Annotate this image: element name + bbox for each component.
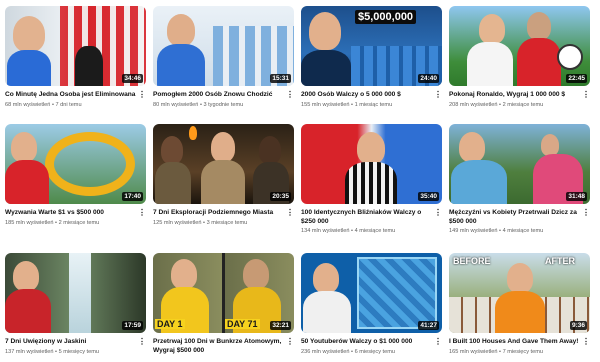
video-card[interactable]: 41:27 50 Youtuberów Walczy o $1 000 000 … bbox=[301, 253, 442, 356]
video-title[interactable]: 7 Dni Uwięziony w Jaskini bbox=[5, 338, 136, 347]
video-thumbnail[interactable]: 35:40 bbox=[301, 124, 442, 204]
video-grid: 34:46 Co Minutę Jedna Osoba jest Elimino… bbox=[0, 0, 600, 362]
video-duration: 9:36 bbox=[569, 321, 587, 330]
more-vertical-icon[interactable]: ⋮ bbox=[582, 91, 590, 101]
video-duration: 41:27 bbox=[418, 321, 439, 330]
video-thumbnail[interactable]: 41:27 bbox=[301, 253, 442, 333]
video-card[interactable]: DAY 1 DAY 71 32:21 Przetrwaj 100 Dni w B… bbox=[153, 253, 294, 356]
video-thumbnail[interactable]: BEFORE AFTER 9:36 bbox=[449, 253, 590, 333]
more-vertical-icon[interactable]: ⋮ bbox=[138, 91, 146, 101]
video-title[interactable]: Przetrwaj 100 Dni w Bunkrze Atomowym, Wy… bbox=[153, 338, 284, 355]
video-duration: 17:59 bbox=[122, 321, 143, 330]
more-vertical-icon[interactable]: ⋮ bbox=[286, 338, 294, 348]
thumbnail-overlay-text: DAY 71 bbox=[225, 319, 260, 329]
video-title[interactable]: 50 Youtuberów Walczy o $1 000 000 bbox=[301, 338, 432, 347]
video-meta: 165 mln wyświetleń • 7 miesięcy temu bbox=[449, 348, 543, 355]
video-meta: 68 mln wyświetleń • 7 dni temu bbox=[5, 101, 82, 108]
video-title[interactable]: 7 Dni Eksploracji Podziemnego Miasta bbox=[153, 209, 284, 218]
more-vertical-icon[interactable]: ⋮ bbox=[286, 209, 294, 219]
thumbnail-overlay-text: DAY 1 bbox=[155, 319, 185, 329]
video-card[interactable]: 35:40 100 Identycznych Bliźniaków Walczy… bbox=[301, 124, 442, 235]
video-title[interactable]: Mężczyźni vs Kobiety Przetrwali Dzicz za… bbox=[449, 209, 580, 226]
video-thumbnail[interactable]: $5,000,000 24:40 bbox=[301, 6, 442, 86]
video-card[interactable]: 15:31 Pomogłem 2000 Osób Znowu Chodzić 8… bbox=[153, 6, 294, 109]
more-vertical-icon[interactable]: ⋮ bbox=[138, 338, 146, 348]
video-meta: 208 mln wyświetleń • 2 miesiące temu bbox=[449, 101, 544, 108]
video-meta: 149 mln wyświetleń • 4 miesiące temu bbox=[449, 228, 544, 234]
video-thumbnail[interactable]: 34:46 bbox=[5, 6, 146, 86]
more-vertical-icon[interactable]: ⋮ bbox=[286, 91, 294, 101]
video-meta: 155 mln wyświetleń • 1 miesiąc temu bbox=[301, 101, 393, 108]
video-thumbnail[interactable]: 15:31 bbox=[153, 6, 294, 86]
video-title[interactable]: Pokonaj Ronaldo, Wygraj 1 000 000 $ bbox=[449, 91, 580, 100]
video-card[interactable]: BEFORE AFTER 9:36 I Built 100 Houses And… bbox=[449, 253, 590, 356]
more-vertical-icon[interactable]: ⋮ bbox=[138, 209, 146, 219]
video-title[interactable]: Co Minutę Jedna Osoba jest Eliminowana bbox=[5, 91, 136, 100]
video-duration: 22:45 bbox=[566, 74, 587, 83]
video-card[interactable]: $5,000,000 24:40 2000 Osób Walczy o 5 00… bbox=[301, 6, 442, 109]
more-vertical-icon[interactable]: ⋮ bbox=[434, 91, 442, 101]
video-title[interactable]: Wyzwania Warte $1 vs $500 000 bbox=[5, 209, 136, 218]
video-thumbnail[interactable]: 17:40 bbox=[5, 124, 146, 204]
video-title[interactable]: I Built 100 Houses And Gave Them Away! bbox=[449, 338, 580, 347]
thumbnail-overlay-text: AFTER bbox=[545, 256, 575, 266]
video-title[interactable]: 2000 Osób Walczy o 5 000 000 $ bbox=[301, 91, 432, 100]
video-card[interactable]: 34:46 Co Minutę Jedna Osoba jest Elimino… bbox=[5, 6, 146, 109]
more-vertical-icon[interactable]: ⋮ bbox=[434, 338, 442, 348]
video-title[interactable]: Pomogłem 2000 Osób Znowu Chodzić bbox=[153, 91, 284, 100]
video-duration: 20:35 bbox=[270, 192, 291, 201]
video-card[interactable]: 17:59 7 Dni Uwięziony w Jaskini 137 mln … bbox=[5, 253, 146, 356]
video-card[interactable]: 17:40 Wyzwania Warte $1 vs $500 000 185 … bbox=[5, 124, 146, 227]
more-vertical-icon[interactable]: ⋮ bbox=[582, 209, 590, 219]
video-duration: 34:46 bbox=[122, 74, 143, 83]
video-duration: 24:40 bbox=[418, 74, 439, 83]
video-thumbnail[interactable]: 31:48 bbox=[449, 124, 590, 204]
video-thumbnail[interactable]: 17:59 bbox=[5, 253, 146, 333]
video-meta: 80 mln wyświetleń • 3 tygodnie temu bbox=[153, 101, 244, 108]
video-meta: 137 mln wyświetleń • 5 miesięcy temu bbox=[5, 348, 99, 355]
video-meta: 185 mln wyświetleń • 2 miesiące temu bbox=[5, 219, 100, 226]
more-vertical-icon[interactable]: ⋮ bbox=[434, 209, 442, 219]
video-title[interactable]: 100 Identycznych Bliźniaków Walczy o $25… bbox=[301, 209, 432, 226]
video-card[interactable]: 20:35 7 Dni Eksploracji Podziemnego Mias… bbox=[153, 124, 294, 227]
video-meta: 134 mln wyświetleń • 4 miesiące temu bbox=[301, 228, 396, 234]
video-duration: 15:31 bbox=[270, 74, 291, 83]
video-duration: 32:21 bbox=[270, 321, 291, 330]
video-thumbnail[interactable]: 22:45 bbox=[449, 6, 590, 86]
thumbnail-overlay-text: BEFORE bbox=[453, 256, 491, 266]
video-card[interactable]: 22:45 Pokonaj Ronaldo, Wygraj 1 000 000 … bbox=[449, 6, 590, 109]
video-duration: 35:40 bbox=[418, 192, 439, 201]
video-thumbnail[interactable]: 20:35 bbox=[153, 124, 294, 204]
video-thumbnail[interactable]: DAY 1 DAY 71 32:21 bbox=[153, 253, 294, 333]
video-card[interactable]: 31:48 Mężczyźni vs Kobiety Przetrwali Dz… bbox=[449, 124, 590, 235]
more-vertical-icon[interactable]: ⋮ bbox=[582, 338, 590, 348]
video-meta: 236 mln wyświetleń • 6 miesięcy temu bbox=[301, 348, 395, 355]
thumbnail-overlay-text: $5,000,000 bbox=[355, 10, 417, 24]
video-meta: 125 mln wyświetleń • 3 miesiące temu bbox=[153, 219, 248, 226]
video-duration: 31:48 bbox=[566, 192, 587, 201]
video-duration: 17:40 bbox=[122, 192, 143, 201]
